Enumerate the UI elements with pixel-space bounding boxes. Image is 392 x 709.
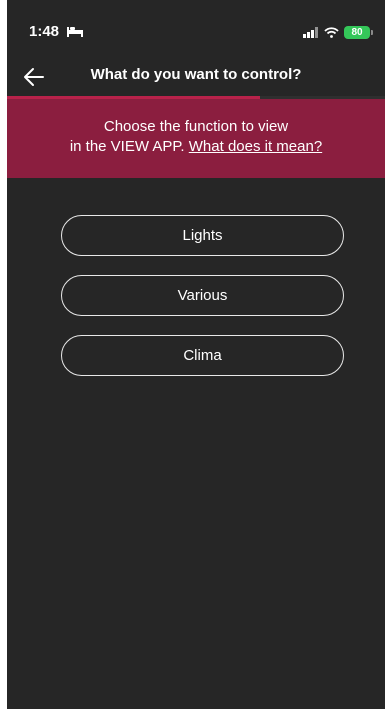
- app-screen: 1:48 80 What do you want to control? Cho…: [7, 0, 385, 709]
- banner-line-2: in the VIEW APP. What does it mean?: [70, 137, 322, 157]
- status-time: 1:48: [29, 23, 60, 40]
- battery-icon: 80: [344, 25, 370, 39]
- page-title: What do you want to control?: [90, 66, 302, 83]
- info-banner: Choose the function to view in the VIEW …: [7, 96, 385, 178]
- what-does-it-mean-link[interactable]: What does it mean?: [189, 138, 322, 155]
- header: What do you want to control?: [7, 58, 385, 96]
- progress-fill: [7, 96, 261, 99]
- function-options: Lights Various Clima: [61, 215, 344, 395]
- clima-button[interactable]: Clima: [61, 335, 344, 376]
- banner-line-2-text: in the VIEW APP.: [69, 138, 189, 155]
- wifi-icon: [324, 26, 339, 38]
- bed-icon: [67, 27, 83, 37]
- various-button[interactable]: Various: [61, 275, 344, 316]
- status-bar: 1:48 80: [7, 0, 385, 58]
- battery-tip: [371, 29, 373, 35]
- banner-line-1: Choose the function to view: [103, 118, 289, 135]
- progress-bar: [7, 96, 385, 99]
- lights-button[interactable]: Lights: [61, 215, 344, 256]
- signal-icon: [303, 26, 318, 38]
- status-indicators: 80: [303, 24, 373, 40]
